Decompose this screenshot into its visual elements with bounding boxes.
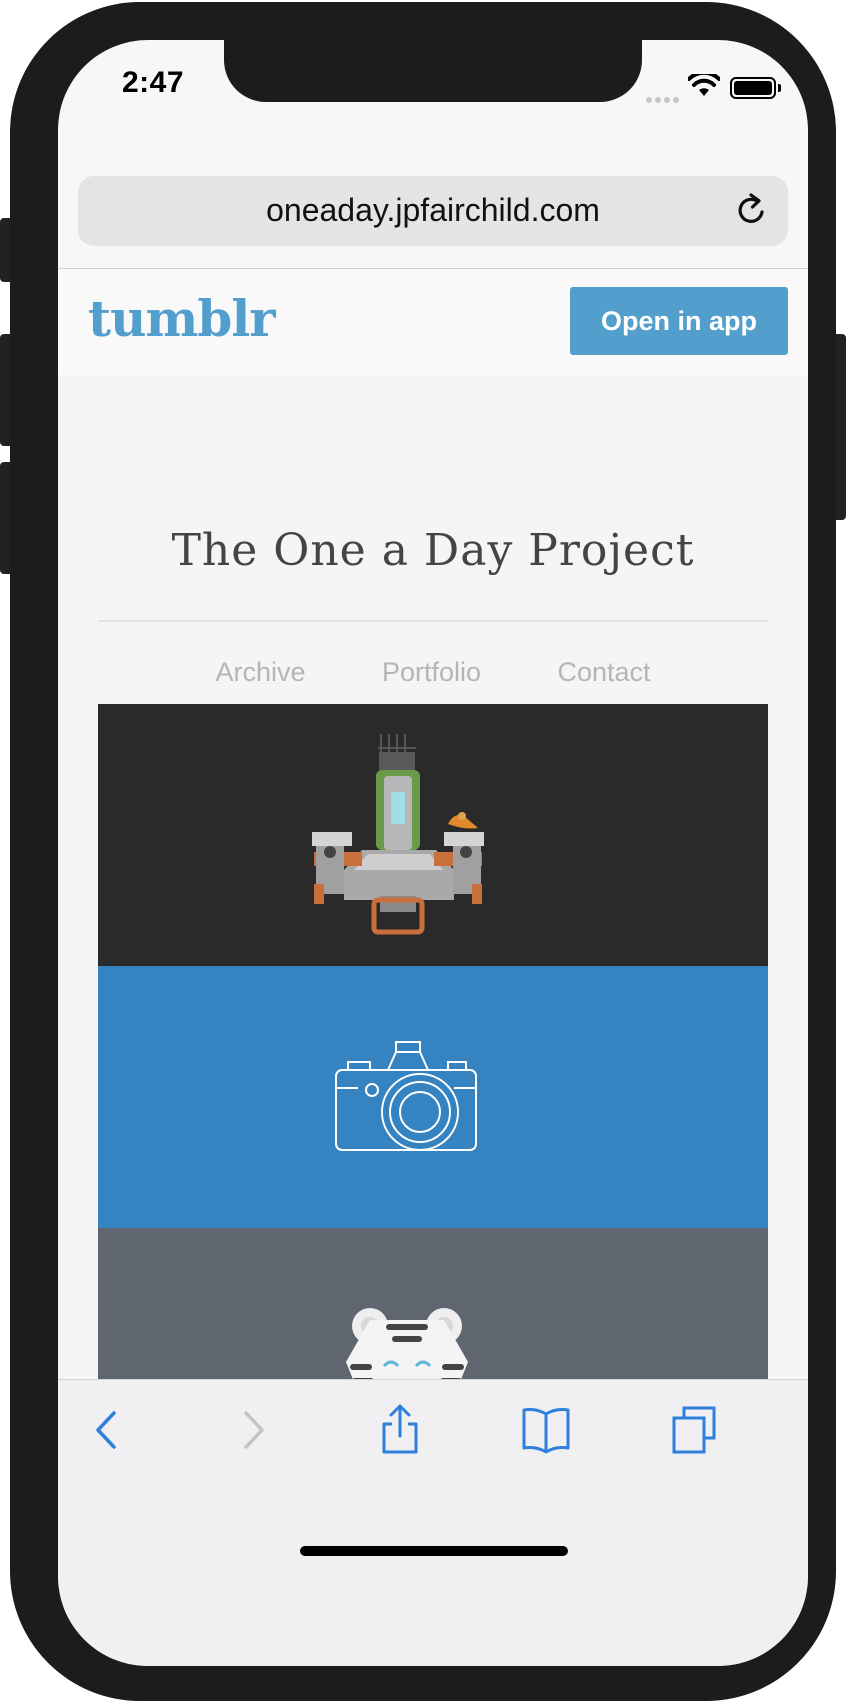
tumblr-banner: tumblr Open in app: [58, 269, 808, 375]
url-text[interactable]: oneaday.jpfairchild.com: [78, 192, 788, 229]
blog-page: The One a Day Project Archive Portfolio …: [58, 375, 808, 1535]
browser-toolbar: [58, 1379, 808, 1666]
notch: [224, 40, 642, 102]
address-bar[interactable]: oneaday.jpfairchild.com: [78, 176, 788, 246]
battery-icon: [730, 77, 781, 99]
post-camera[interactable]: [98, 966, 768, 1228]
forward-icon[interactable]: [222, 1400, 282, 1460]
share-icon[interactable]: [370, 1400, 430, 1460]
browser-address-area: oneaday.jpfairchild.com: [58, 130, 808, 269]
status-time: 2:47: [122, 66, 185, 99]
post-robot[interactable]: [98, 704, 768, 966]
phone-frame: 2:47 oneaday.jpfairchild.com tumblr Open…: [10, 2, 836, 1701]
reload-icon[interactable]: [734, 192, 770, 228]
tabs-icon[interactable]: [664, 1400, 724, 1460]
title-divider: [98, 620, 768, 622]
open-in-app-button[interactable]: Open in app: [570, 287, 788, 355]
nav-contact-link[interactable]: Contact: [557, 657, 650, 688]
bookmarks-icon[interactable]: [516, 1400, 576, 1460]
nav-portfolio-link[interactable]: Portfolio: [382, 657, 481, 688]
blog-nav: Archive Portfolio Contact: [58, 657, 808, 688]
camera-illustration: [335, 1041, 477, 1151]
robot-illustration: [312, 734, 484, 935]
tumblr-logo[interactable]: tumblr: [88, 289, 276, 348]
back-icon[interactable]: [78, 1400, 138, 1460]
cellular-signal-icon: [646, 90, 682, 108]
wifi-icon: [688, 74, 720, 96]
nav-archive-link[interactable]: Archive: [215, 657, 305, 688]
home-indicator[interactable]: [300, 1546, 568, 1556]
blog-title[interactable]: The One a Day Project: [58, 525, 808, 576]
screen: 2:47 oneaday.jpfairchild.com tumblr Open…: [58, 40, 808, 1666]
